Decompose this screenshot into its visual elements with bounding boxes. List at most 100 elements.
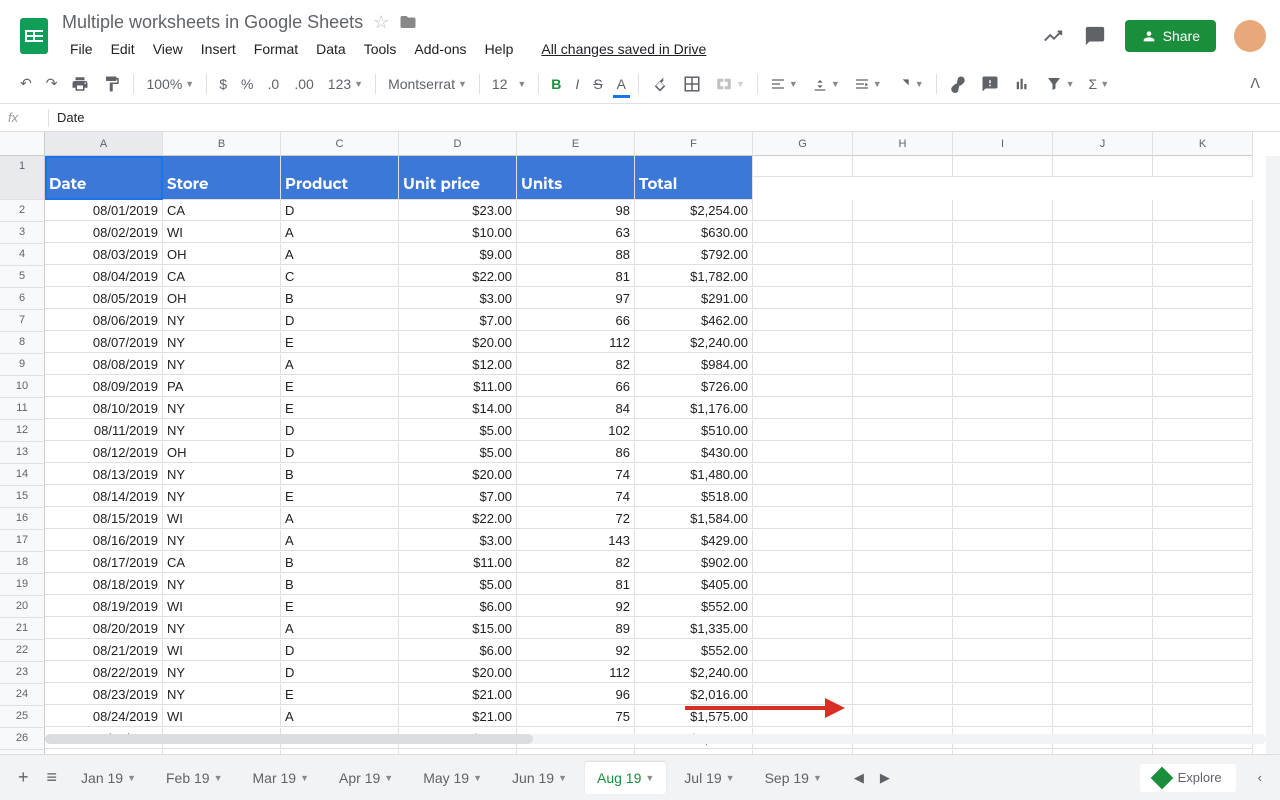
cell-store[interactable]: NY bbox=[163, 398, 281, 419]
cell-date[interactable]: 08/03/2019 bbox=[45, 244, 163, 265]
empty-cell[interactable] bbox=[1153, 486, 1253, 507]
menu-insert[interactable]: Insert bbox=[193, 37, 244, 61]
empty-cell[interactable] bbox=[753, 706, 853, 727]
cell-date[interactable]: 08/09/2019 bbox=[45, 376, 163, 397]
empty-cell[interactable] bbox=[1153, 596, 1253, 617]
cell-store[interactable]: WI bbox=[163, 508, 281, 529]
decrease-decimal-icon[interactable]: .0 bbox=[261, 72, 286, 96]
cell-product[interactable]: A bbox=[281, 244, 399, 265]
menu-help[interactable]: Help bbox=[477, 37, 522, 61]
cell-product[interactable]: E bbox=[281, 332, 399, 353]
cell-store[interactable]: OH bbox=[163, 244, 281, 265]
comment-icon[interactable] bbox=[1083, 24, 1107, 48]
col-header-E[interactable]: E bbox=[517, 132, 635, 156]
empty-cell[interactable] bbox=[853, 156, 953, 177]
empty-cell[interactable] bbox=[1053, 464, 1153, 485]
empty-cell[interactable] bbox=[953, 596, 1053, 617]
cell-units[interactable]: 72 bbox=[517, 508, 635, 529]
cell-total[interactable]: $430.00 bbox=[635, 442, 753, 463]
sheet-tab[interactable]: Mar 19▼ bbox=[241, 762, 322, 794]
cell-total[interactable]: $462.00 bbox=[635, 310, 753, 331]
row-header-12[interactable]: 12 bbox=[0, 420, 45, 442]
menu-format[interactable]: Format bbox=[246, 37, 306, 61]
menu-add-ons[interactable]: Add-ons bbox=[406, 37, 474, 61]
cell-total[interactable]: $630.00 bbox=[635, 222, 753, 243]
tab-dropdown-icon[interactable]: ▼ bbox=[645, 773, 654, 783]
row-header-14[interactable]: 14 bbox=[0, 464, 45, 486]
cell-store[interactable]: NY bbox=[163, 310, 281, 331]
menu-view[interactable]: View bbox=[145, 37, 191, 61]
cell-units[interactable]: 74 bbox=[517, 486, 635, 507]
cell-store[interactable]: NY bbox=[163, 662, 281, 683]
cell-unit-price[interactable]: $6.00 bbox=[399, 640, 517, 661]
row-header-24[interactable]: 24 bbox=[0, 684, 45, 706]
tab-scroll-right[interactable]: ▶ bbox=[874, 766, 896, 790]
empty-cell[interactable] bbox=[953, 530, 1053, 551]
empty-cell[interactable] bbox=[753, 310, 853, 331]
cell-date[interactable]: 08/07/2019 bbox=[45, 332, 163, 353]
row-header-1[interactable]: 1 bbox=[0, 156, 45, 200]
cell-store[interactable]: NY bbox=[163, 530, 281, 551]
header-cell[interactable]: Unit price bbox=[399, 156, 517, 200]
cell-product[interactable]: A bbox=[281, 706, 399, 727]
cell-total[interactable]: $552.00 bbox=[635, 596, 753, 617]
empty-cell[interactable] bbox=[753, 486, 853, 507]
empty-cell[interactable] bbox=[1153, 222, 1253, 243]
select-all-cell[interactable] bbox=[0, 132, 45, 156]
cell-date[interactable]: 08/19/2019 bbox=[45, 596, 163, 617]
row-header-23[interactable]: 23 bbox=[0, 662, 45, 684]
cell-store[interactable]: NY bbox=[163, 420, 281, 441]
cell-total[interactable]: $1,335.00 bbox=[635, 618, 753, 639]
sheet-tab[interactable]: Jan 19▼ bbox=[69, 762, 148, 794]
row-header-25[interactable]: 25 bbox=[0, 706, 45, 728]
empty-cell[interactable] bbox=[753, 222, 853, 243]
header-cell[interactable]: Units bbox=[517, 156, 635, 200]
row-header-4[interactable]: 4 bbox=[0, 244, 45, 266]
cell-store[interactable]: NY bbox=[163, 354, 281, 375]
empty-cell[interactable] bbox=[953, 398, 1053, 419]
cell-units[interactable]: 82 bbox=[517, 552, 635, 573]
empty-cell[interactable] bbox=[853, 222, 953, 243]
col-header-F[interactable]: F bbox=[635, 132, 753, 156]
empty-cell[interactable] bbox=[1153, 706, 1253, 727]
empty-cell[interactable] bbox=[853, 376, 953, 397]
empty-cell[interactable] bbox=[1053, 398, 1153, 419]
empty-cell[interactable] bbox=[953, 222, 1053, 243]
empty-cell[interactable] bbox=[753, 662, 853, 683]
empty-cell[interactable] bbox=[1153, 266, 1253, 287]
empty-cell[interactable] bbox=[1153, 464, 1253, 485]
rotate-button[interactable]: ▼ bbox=[890, 72, 930, 96]
document-title[interactable]: Multiple worksheets in Google Sheets bbox=[62, 12, 363, 33]
header-cell[interactable]: Date bbox=[45, 156, 163, 200]
empty-cell[interactable] bbox=[1153, 200, 1253, 221]
filter-icon[interactable]: ▼ bbox=[1039, 71, 1081, 97]
row-header-20[interactable]: 20 bbox=[0, 596, 45, 618]
empty-cell[interactable] bbox=[1053, 706, 1153, 727]
empty-cell[interactable] bbox=[1053, 618, 1153, 639]
empty-cell[interactable] bbox=[853, 288, 953, 309]
cell-date[interactable]: 08/10/2019 bbox=[45, 398, 163, 419]
empty-cell[interactable] bbox=[953, 310, 1053, 331]
col-header-C[interactable]: C bbox=[281, 132, 399, 156]
cell-unit-price[interactable]: $11.00 bbox=[399, 552, 517, 573]
empty-cell[interactable] bbox=[853, 310, 953, 331]
row-header-16[interactable]: 16 bbox=[0, 508, 45, 530]
cell-product[interactable]: A bbox=[281, 222, 399, 243]
empty-cell[interactable] bbox=[1053, 684, 1153, 705]
empty-cell[interactable] bbox=[753, 420, 853, 441]
empty-cell[interactable] bbox=[853, 442, 953, 463]
row-header-6[interactable]: 6 bbox=[0, 288, 45, 310]
cell-unit-price[interactable]: $10.00 bbox=[399, 222, 517, 243]
cell-total[interactable]: $2,016.00 bbox=[635, 684, 753, 705]
cell-units[interactable]: 66 bbox=[517, 310, 635, 331]
cell-product[interactable]: D bbox=[281, 420, 399, 441]
tab-dropdown-icon[interactable]: ▼ bbox=[300, 773, 309, 783]
functions-icon[interactable]: Σ ▼ bbox=[1083, 72, 1116, 96]
cell-unit-price[interactable]: $7.00 bbox=[399, 310, 517, 331]
col-header-A[interactable]: A bbox=[45, 132, 163, 156]
row-header-11[interactable]: 11 bbox=[0, 398, 45, 420]
empty-cell[interactable] bbox=[953, 332, 1053, 353]
empty-cell[interactable] bbox=[753, 354, 853, 375]
cell-date[interactable]: 08/06/2019 bbox=[45, 310, 163, 331]
undo-icon[interactable]: ↶ bbox=[14, 71, 38, 96]
